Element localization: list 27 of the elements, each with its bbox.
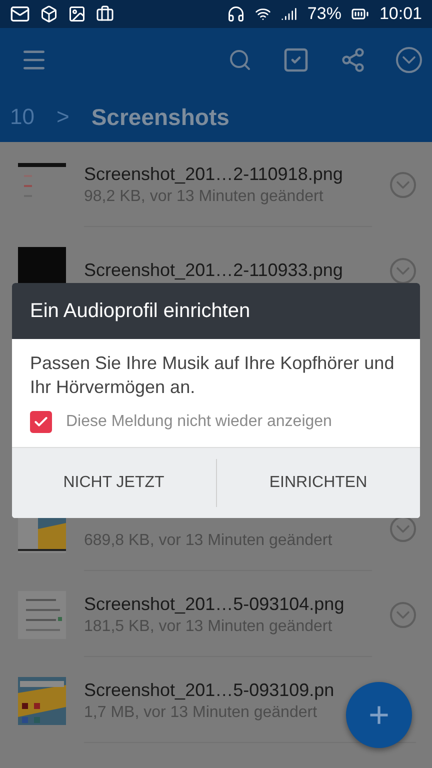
dialog-message: Passen Sie Ihre Musik auf Ihre Kopfhörer und Ihr Hörvermögen an. (30, 352, 396, 399)
breadcrumb-parent[interactable]: 10 (10, 104, 34, 130)
briefcase-icon (96, 5, 114, 23)
chevron-circle-icon[interactable] (396, 47, 422, 73)
dialog-title: Ein Audioprofil einrichten (30, 300, 250, 322)
wifi-icon (255, 6, 272, 22)
mail-icon (10, 4, 30, 24)
checkbox-label[interactable]: Diese Meldung nicht wieder anzeigen (66, 413, 332, 431)
signal-icon (281, 6, 298, 22)
dialog-button[interactable]: EINRICHTEN (216, 448, 420, 518)
image-icon (68, 5, 86, 23)
headphones-icon (227, 5, 246, 23)
dialog-button[interactable]: NICHT JETZT (12, 448, 216, 518)
battery-percentage: 73% (307, 4, 342, 24)
search-icon[interactable] (228, 48, 252, 72)
clock: 10:01 (379, 4, 422, 24)
file-name[interactable]: Screenshot_201…5-093109.pn (84, 680, 334, 700)
breadcrumb-separator: > (56, 104, 70, 130)
breadcrumb-current: Screenshots (91, 104, 230, 130)
checkbox-icon[interactable] (282, 46, 310, 74)
file-name[interactable]: Screenshot_201…5-093104.png (84, 594, 344, 614)
share-icon[interactable] (340, 47, 366, 73)
box-icon (40, 5, 58, 23)
checkbox[interactable] (30, 411, 52, 433)
add-button[interactable]: + (346, 682, 412, 748)
file-name[interactable]: Screenshot_201…2-110918.png (84, 164, 343, 184)
file-name[interactable]: Screenshot_201…2-110933.png (84, 260, 343, 281)
